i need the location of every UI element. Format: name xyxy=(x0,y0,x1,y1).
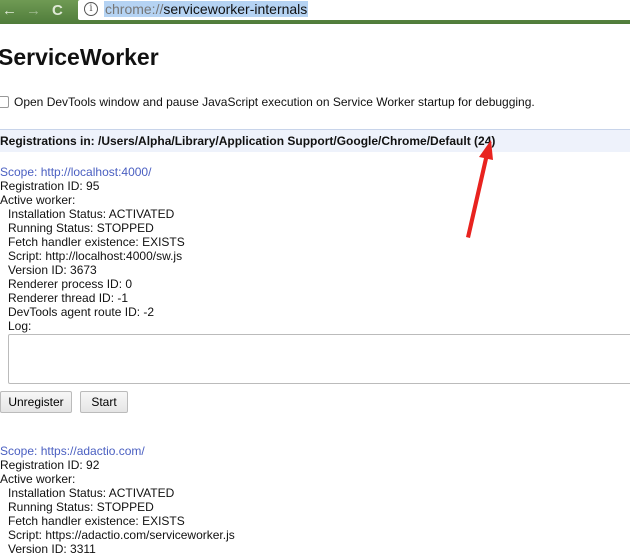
annotation-arrow-icon xyxy=(466,140,493,238)
